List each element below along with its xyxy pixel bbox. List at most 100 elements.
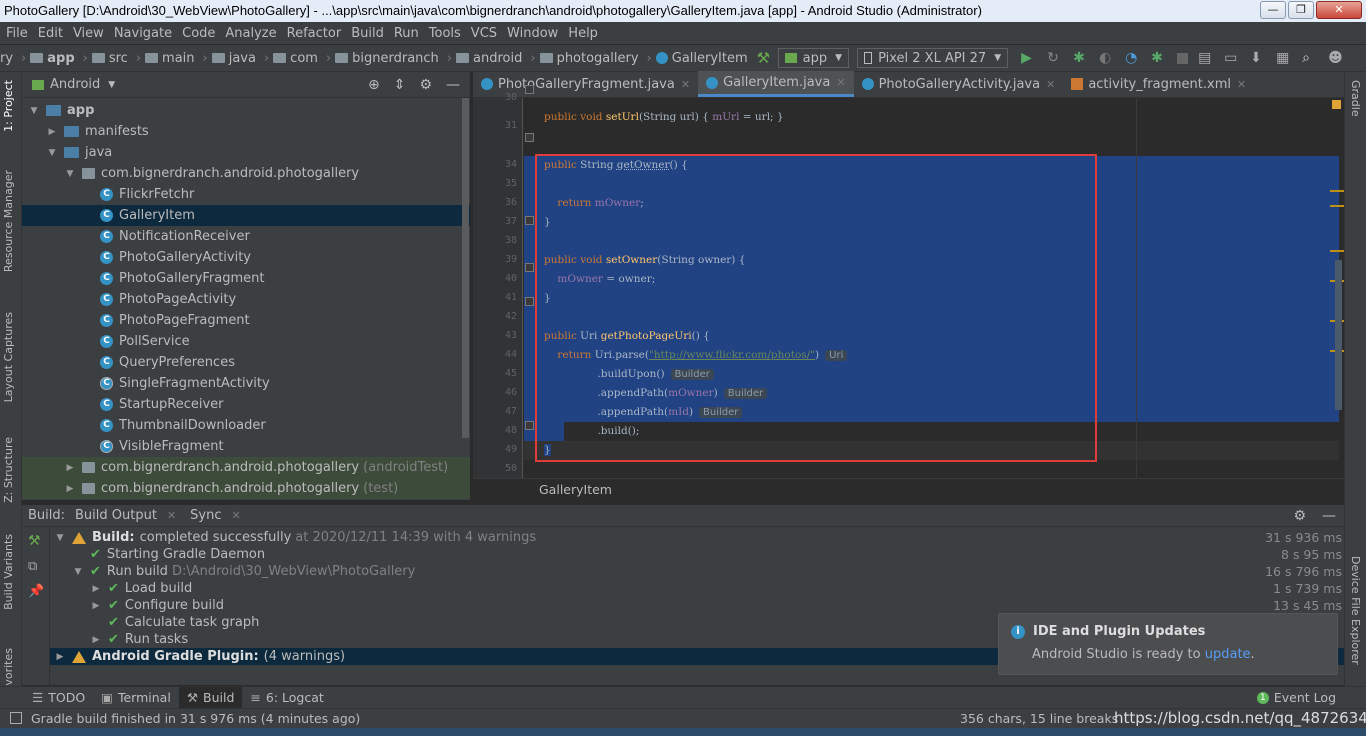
bottom-tab[interactable]: ⚒ Build: [178, 686, 243, 709]
fold-marker-icon[interactable]: [525, 297, 534, 306]
run-icon[interactable]: ▶: [1021, 50, 1037, 66]
project-tree-item[interactable]: ▶ manifests: [22, 121, 470, 142]
project-tree-item[interactable]: C PhotoGalleryActivity: [22, 247, 470, 268]
hammer-icon[interactable]: ⚒: [757, 50, 773, 66]
build-tree-row[interactable]: ▶ ✔ Configure build 13 s 45 ms: [50, 597, 1344, 614]
editor-scrollbar[interactable]: [1330, 98, 1344, 478]
update-link[interactable]: update: [1205, 647, 1251, 662]
project-tree-item[interactable]: ▼ java: [22, 142, 470, 163]
project-tree-item[interactable]: C PhotoPageActivity: [22, 289, 470, 310]
selection-info[interactable]: 356 chars, 15 line breaks: [960, 709, 1118, 728]
menu-item-analyze[interactable]: Analyze: [225, 26, 276, 41]
menu-item-view[interactable]: View: [73, 26, 104, 41]
menu-item-code[interactable]: Code: [182, 26, 215, 41]
minimize-button[interactable]: —: [1260, 1, 1286, 19]
project-tree-item[interactable]: ▶ com.bignerdranch.android.photogallery (t…: [22, 478, 470, 499]
run-config-select[interactable]: app ▼: [777, 48, 850, 68]
attach-debugger-icon[interactable]: ◐: [1099, 50, 1115, 66]
project-tree-item[interactable]: C PhotoGalleryFragment: [22, 268, 470, 289]
chevron-right-icon[interactable]: ▶: [64, 463, 76, 473]
fold-marker-icon[interactable]: [525, 85, 534, 94]
stop-icon[interactable]: [1177, 52, 1189, 64]
close-icon[interactable]: ✕: [167, 509, 176, 522]
menu-item-vcs[interactable]: VCS: [471, 26, 497, 41]
debug-icon[interactable]: ✱: [1073, 50, 1089, 66]
project-structure-icon[interactable]: ▦: [1276, 50, 1292, 66]
gear-icon[interactable]: ⚙: [1293, 508, 1306, 524]
chevron-down-icon[interactable]: ▼: [28, 106, 40, 116]
chevron-right-icon[interactable]: ▶: [46, 127, 58, 137]
chevron-right-icon[interactable]: ▶: [64, 484, 76, 494]
editor-tab[interactable]: activity_fragment.xml ✕: [1063, 71, 1254, 97]
breadcrumb-item[interactable]: › app: [17, 51, 75, 66]
chevron-right-icon[interactable]: ▶: [90, 601, 102, 611]
project-tree-item[interactable]: C SingleFragmentActivity: [22, 373, 470, 394]
event-log-button[interactable]: 1 Event Log: [1256, 690, 1336, 705]
gear-icon[interactable]: ⚙: [419, 77, 432, 93]
account-icon[interactable]: ☻: [1328, 50, 1344, 66]
breadcrumb-item[interactable]: › photogallery: [526, 51, 638, 66]
project-tree-item[interactable]: C FlickrFetchr: [22, 184, 470, 205]
project-view-select[interactable]: Android: [50, 77, 100, 92]
chevron-right-icon[interactable]: ▶: [90, 584, 102, 594]
build-variants-tab[interactable]: Build Variants: [2, 534, 15, 610]
project-tree-item[interactable]: ▶ com.bignerdranch.android.photogallery (a…: [22, 457, 470, 478]
close-icon[interactable]: ✕: [836, 76, 845, 89]
status-message[interactable]: Gradle build finished in 31 s 976 ms (4 …: [31, 709, 360, 728]
project-tree-item[interactable]: C NotificationReceiver: [22, 226, 470, 247]
build-tree-row[interactable]: ▼ Build: completed successfully at 2020/12/…: [50, 529, 1344, 546]
collapse-all-icon[interactable]: ⇕: [394, 77, 406, 93]
close-icon[interactable]: ✕: [1046, 78, 1055, 91]
project-tree-item[interactable]: C PhotoPageFragment: [22, 310, 470, 331]
hide-icon[interactable]: —: [446, 77, 460, 93]
menu-item-navigate[interactable]: Navigate: [114, 26, 172, 41]
chevron-down-icon[interactable]: ▼: [46, 148, 58, 158]
hide-icon[interactable]: —: [1322, 508, 1336, 524]
breadcrumb-item[interactable]: › main: [132, 51, 195, 66]
build-tree-row[interactable]: ✔ Starting Gradle Daemon 8 s 95 ms: [50, 546, 1344, 563]
device-file-explorer-tab[interactable]: Device File Explorer: [1349, 556, 1362, 665]
chevron-down-icon[interactable]: ▼: [54, 533, 66, 543]
menu-item-file[interactable]: File: [6, 26, 28, 41]
project-tree-item[interactable]: C VisibleFragment: [22, 436, 470, 457]
chevron-right-icon[interactable]: ▶: [90, 635, 102, 645]
pin-icon[interactable]: 📌: [28, 584, 49, 599]
close-button[interactable]: ✕: [1316, 1, 1362, 19]
bottom-tab[interactable]: ☰ TODO: [24, 687, 93, 709]
chevron-down-icon[interactable]: ▼: [64, 169, 76, 179]
breadcrumb-item[interactable]: ry: [0, 51, 13, 66]
fold-marker-icon[interactable]: [525, 421, 534, 430]
resource-manager-tab[interactable]: Resource Manager: [2, 170, 15, 272]
hammer-icon[interactable]: ⚒: [28, 533, 49, 549]
breadcrumb-item[interactable]: › java: [199, 51, 256, 66]
build-tree-row[interactable]: ▼ ✔ Run build D:\Android\30_WebView\PhotoGa…: [50, 563, 1344, 580]
fold-marker-icon[interactable]: [525, 216, 534, 225]
favorites-tab[interactable]: vorites: [2, 648, 15, 686]
breadcrumb-item[interactable]: › bignerdranch: [322, 51, 439, 66]
breadcrumb-item[interactable]: › src: [79, 51, 128, 66]
editor-tab[interactable]: PhotoGalleryActivity.java ✕: [854, 71, 1064, 97]
tab-build-output[interactable]: Build Output: [75, 508, 157, 523]
device-select[interactable]: Pixel 2 XL API 27 ▼: [857, 48, 1009, 68]
update-notification[interactable]: i IDE and Plugin Updates Android Studio i…: [998, 613, 1338, 675]
project-tree-item[interactable]: ▼ com.bignerdranch.android.photogallery: [22, 163, 470, 184]
menu-item-run[interactable]: Run: [394, 26, 419, 41]
tab-sync[interactable]: Sync: [190, 508, 221, 523]
project-tree-item[interactable]: C ThumbnailDownloader: [22, 415, 470, 436]
layout-captures-tab[interactable]: Layout Captures: [2, 312, 15, 402]
menu-item-window[interactable]: Window: [507, 26, 558, 41]
project-tree-item[interactable]: C StartupReceiver: [22, 394, 470, 415]
locate-icon[interactable]: ⊕: [368, 77, 380, 93]
attach-icon[interactable]: ✱: [1151, 50, 1167, 66]
chevron-down-icon[interactable]: ▼: [108, 80, 115, 90]
toggle-view-icon[interactable]: ⧉: [28, 559, 49, 574]
menu-item-build[interactable]: Build: [351, 26, 384, 41]
close-icon[interactable]: ✕: [232, 509, 241, 522]
structure-tab[interactable]: Z: Structure: [2, 437, 15, 503]
editor-tab[interactable]: GalleryItem.java ✕: [698, 71, 854, 97]
menu-item-refactor[interactable]: Refactor: [287, 26, 342, 41]
editor-breadcrumb[interactable]: GalleryItem: [473, 478, 1344, 500]
sdk-manager-icon[interactable]: ⬇: [1250, 50, 1266, 66]
project-tree-item[interactable]: C GalleryItem: [22, 205, 470, 226]
menu-item-tools[interactable]: Tools: [429, 26, 461, 41]
